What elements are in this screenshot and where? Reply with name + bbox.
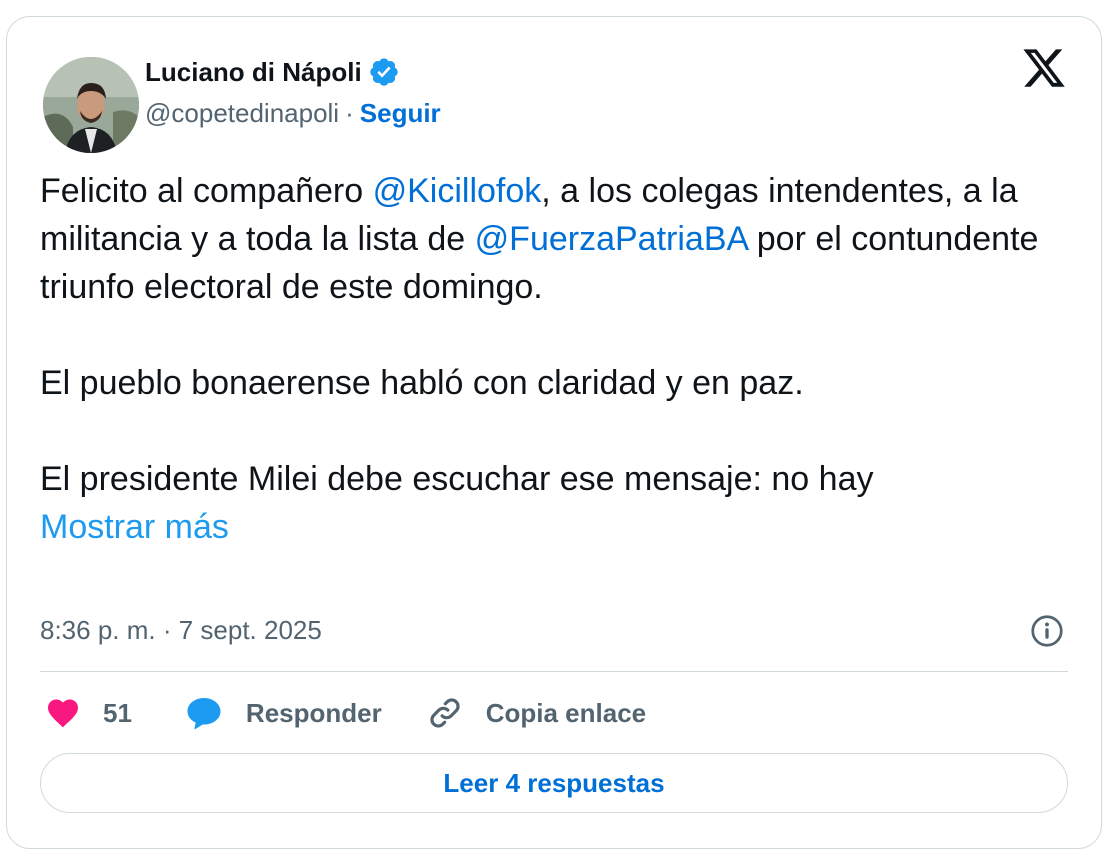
- follow-button[interactable]: Seguir: [360, 98, 441, 129]
- read-replies-button[interactable]: Leer 4 respuestas: [40, 753, 1068, 813]
- author-name[interactable]: Luciano di Nápoli: [145, 57, 362, 88]
- tweet-paragraph-1: Felicito al compañero @Kicillofok, a los…: [40, 167, 1050, 311]
- reply-button[interactable]: Responder: [184, 695, 382, 731]
- tweet-card: Luciano di Nápoli @copetedinapoli · Segu…: [6, 16, 1102, 849]
- avatar[interactable]: [43, 57, 139, 153]
- verified-badge-icon: [368, 56, 400, 88]
- mention-link[interactable]: @FuerzaPatriaBA: [475, 220, 748, 258]
- tweet-timestamp[interactable]: 8:36 p. m. · 7 sept. 2025: [40, 613, 322, 647]
- mention-link[interactable]: @Kicillofok: [373, 172, 542, 210]
- action-bar: 51 Responder Copia enlace: [45, 693, 646, 733]
- avatar-photo: [43, 57, 139, 153]
- reply-label: Responder: [245, 697, 382, 728]
- like-button[interactable]: 51: [45, 695, 132, 731]
- tweet-text-segment: Felicito al compañero: [40, 172, 373, 210]
- divider: [40, 671, 1068, 672]
- handle-separator: ·: [345, 97, 354, 128]
- copy-link-button[interactable]: Copia enlace: [426, 694, 646, 732]
- author-handle[interactable]: @copetedinapoli: [145, 98, 339, 129]
- author-name-row: Luciano di Nápoli: [145, 55, 400, 89]
- copy-link-label: Copia enlace: [485, 697, 647, 728]
- like-count: 51: [103, 697, 132, 728]
- tweet-paragraph-3: El presidente Milei debe escuchar ese me…: [40, 455, 930, 551]
- tweet-text-segment: El presidente Milei debe escuchar ese me…: [40, 460, 874, 498]
- author-handle-row: @copetedinapoli · Seguir: [145, 97, 441, 129]
- heart-icon: [45, 695, 81, 731]
- link-icon: [426, 694, 464, 732]
- tweet-paragraph-2: El pueblo bonaerense habló con claridad …: [40, 364, 804, 402]
- show-more-link[interactable]: Mostrar más: [40, 508, 229, 546]
- speech-bubble-icon: [184, 695, 224, 731]
- info-icon[interactable]: [1029, 613, 1065, 649]
- tweet-text: Felicito al compañero @Kicillofok, a los…: [40, 167, 1050, 551]
- x-logo-icon[interactable]: [1021, 45, 1067, 91]
